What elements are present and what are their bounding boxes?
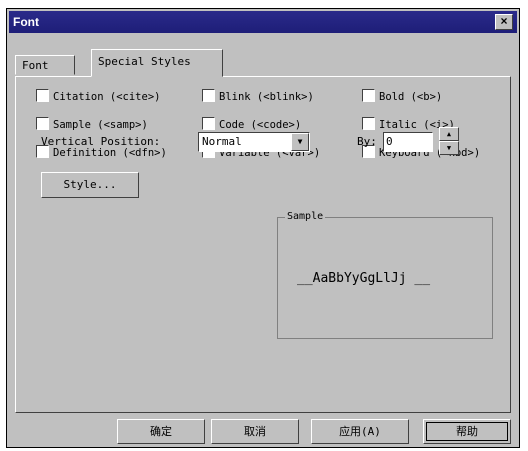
checkbox-box[interactable]: [202, 89, 215, 102]
cancel-button[interactable]: 取消: [211, 419, 299, 444]
close-button[interactable]: ×: [495, 14, 513, 30]
apply-button[interactable]: 应用(A): [311, 419, 409, 444]
style-button[interactable]: Style...: [41, 172, 139, 198]
checkbox-label: Citation (<cite>): [53, 91, 161, 103]
checkbox-box[interactable]: [362, 89, 375, 102]
font-dialog: Font × Font Special Styles Citation (<ci…: [6, 8, 520, 448]
checkbox-label: Code (<code>): [219, 119, 302, 131]
spin-down-icon[interactable]: ▼: [439, 141, 459, 155]
checkbox-box[interactable]: [36, 117, 49, 130]
checkbox-label: Definition (<dfn>): [53, 147, 167, 159]
checkbox-label: Sample (<samp>): [53, 119, 148, 131]
sample-preview-text: __AaBbYyGgLlJj __: [297, 271, 431, 286]
vertical-position-value: Normal: [202, 135, 242, 148]
dropdown-arrow-icon[interactable]: ▼: [291, 133, 309, 151]
checkbox-sample[interactable]: Sample (<samp>): [36, 117, 148, 131]
checkbox-bold[interactable]: Bold (<b>): [362, 89, 442, 103]
checkbox-box[interactable]: [362, 117, 375, 130]
title-bar: Font ×: [9, 11, 517, 33]
ok-button[interactable]: 确定: [117, 419, 205, 444]
sample-legend: Sample: [285, 211, 326, 222]
vertical-position-select[interactable]: Normal ▼: [198, 132, 310, 152]
checkbox-box[interactable]: [36, 89, 49, 102]
tab-special-styles[interactable]: Special Styles: [91, 49, 223, 77]
by-label: By:: [357, 135, 377, 148]
dialog-title: Font: [13, 15, 39, 29]
checkbox-citation[interactable]: Citation (<cite>): [36, 89, 160, 103]
checkbox-code[interactable]: Code (<code>): [202, 117, 301, 131]
spin-up-icon[interactable]: ▲: [439, 127, 459, 141]
checkbox-label: Bold (<b>): [379, 91, 443, 103]
checkbox-box[interactable]: [202, 117, 215, 130]
by-spinner[interactable]: ▲ ▼: [439, 127, 459, 157]
vertical-position-label: Vertical Position:: [41, 135, 161, 148]
checkbox-blink[interactable]: Blink (<blink>): [202, 89, 314, 103]
checkbox-label: Blink (<blink>): [219, 91, 314, 103]
help-button[interactable]: 帮助: [423, 419, 511, 444]
by-input[interactable]: 0: [383, 132, 433, 152]
tab-font[interactable]: Font: [15, 55, 75, 75]
